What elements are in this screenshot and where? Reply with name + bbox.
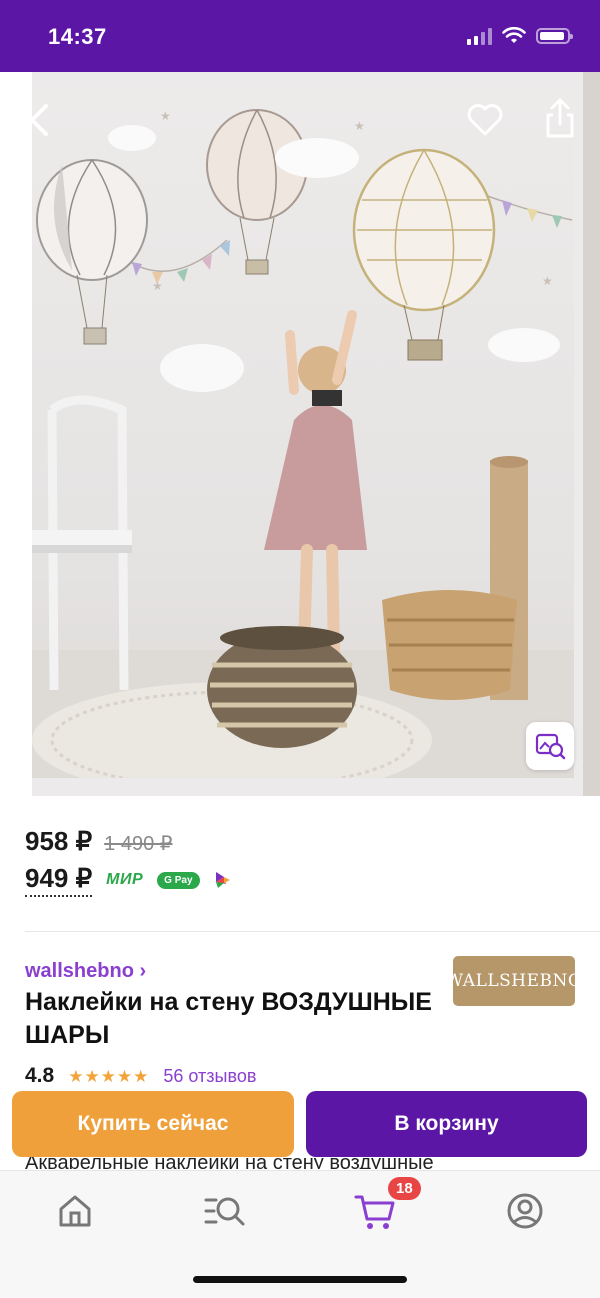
favorite-button[interactable] — [465, 100, 505, 140]
home-indicator — [193, 1276, 407, 1283]
brand-logo[interactable]: WALLSHEBNO — [446, 956, 582, 1006]
gallery-edge — [0, 72, 32, 796]
card-price[interactable]: 949 ₽ — [25, 863, 93, 897]
status-bar: 14:37 — [0, 0, 600, 72]
add-to-cart-button[interactable]: В корзину — [306, 1091, 587, 1157]
next-photo-peek[interactable] — [583, 72, 600, 796]
cart-icon — [354, 1195, 395, 1229]
share-icon — [546, 98, 574, 138]
product-gallery[interactable]: ★ ★ ★ ★ — [0, 72, 600, 796]
rating-value: 4.8 — [25, 1064, 55, 1087]
svg-text:★: ★ — [160, 109, 171, 123]
current-price: 958 ₽ — [25, 826, 93, 856]
profile-icon — [507, 1193, 543, 1229]
image-search-icon — [535, 733, 566, 760]
product-title: Наклейки на стену ВОЗДУШНЫЕ ШАРЫ — [25, 988, 432, 1049]
svg-text:★: ★ — [152, 279, 163, 293]
wifi-icon — [502, 27, 526, 43]
product-photo[interactable]: ★ ★ ★ ★ — [32, 90, 574, 778]
cart-badge: 18 — [388, 1177, 421, 1200]
buy-now-button[interactable]: Купить сейчас — [12, 1091, 294, 1157]
battery-icon — [536, 28, 573, 44]
reviews-link[interactable]: 56 отзывов — [163, 1066, 256, 1087]
visual-search-button[interactable] — [526, 722, 574, 770]
sbp-logo-icon — [215, 872, 230, 888]
price-row: 958 ₽ 1 490 ₽ — [25, 826, 585, 857]
rating-stars: ★★★★★ — [68, 1067, 150, 1086]
nav-cart[interactable] — [353, 1191, 397, 1231]
home-icon — [59, 1195, 91, 1227]
share-button[interactable] — [540, 96, 580, 140]
status-time: 14:37 — [48, 24, 107, 49]
bottom-nav: 18 — [0, 1170, 600, 1298]
svg-text:★: ★ — [354, 119, 365, 133]
nav-home[interactable] — [53, 1191, 97, 1231]
nav-catalog[interactable] — [203, 1191, 247, 1231]
heart-icon — [467, 104, 503, 136]
old-price: 1 490 ₽ — [104, 833, 173, 855]
seller-link[interactable]: wallshebno › — [25, 960, 146, 983]
mir-logo: МИР — [106, 871, 144, 888]
card-price-row: 949 ₽ МИР G Pay — [25, 863, 585, 897]
rating-row[interactable]: 4.8 ★★★★★ 56 отзывов — [25, 1064, 256, 1088]
nav-profile[interactable] — [503, 1191, 547, 1231]
catalog-search-icon — [204, 1197, 245, 1226]
price-block: 958 ₽ 1 490 ₽ 949 ₽ МИР G Pay — [25, 826, 585, 897]
product-photo-illustration: ★ ★ ★ ★ — [32, 109, 574, 778]
section-divider — [25, 931, 600, 932]
status-icons — [467, 27, 573, 45]
gpay-logo: G Pay — [157, 871, 200, 889]
chevron-left-icon — [30, 104, 48, 136]
signal-icon — [467, 27, 492, 45]
svg-text:★: ★ — [542, 274, 553, 288]
back-button[interactable] — [22, 100, 56, 140]
